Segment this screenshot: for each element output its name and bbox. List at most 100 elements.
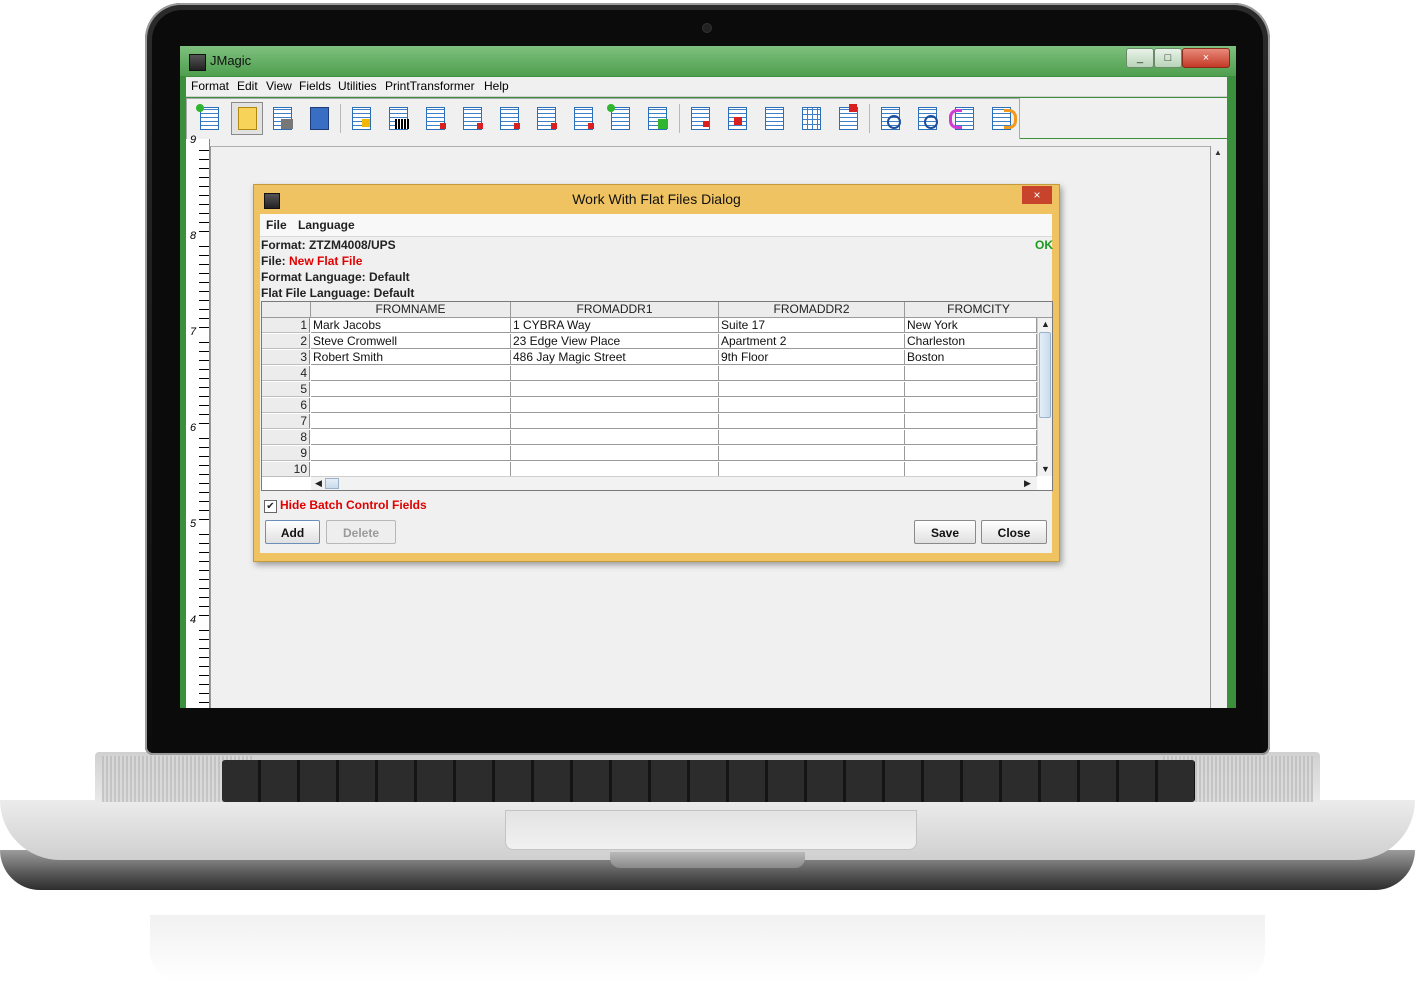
row-number[interactable]: 7 (262, 414, 310, 429)
text-field-icon[interactable] (457, 103, 487, 134)
table-cell[interactable] (905, 366, 1037, 381)
table-cell[interactable]: Boston (905, 350, 1037, 365)
row-number[interactable]: 6 (262, 398, 310, 413)
undo-icon[interactable] (949, 103, 979, 134)
row-number[interactable]: 3 (262, 350, 310, 365)
table-cell[interactable] (511, 382, 719, 397)
table-cell[interactable]: Steve Cromwell (311, 334, 511, 349)
table-row[interactable]: 6 (262, 398, 1038, 414)
column-header[interactable]: FROMCITY (905, 302, 1052, 318)
table-cell[interactable] (719, 462, 905, 477)
row-number[interactable]: 10 (262, 462, 310, 477)
dialog-close-icon[interactable]: × (1022, 186, 1052, 204)
table-cell[interactable]: 486 Jay Magic Street (511, 350, 719, 365)
new-image-icon[interactable] (605, 103, 635, 134)
table-cell[interactable] (905, 414, 1037, 429)
window-close-button[interactable]: × (1182, 48, 1230, 68)
table-cell[interactable] (905, 430, 1037, 445)
table-cell[interactable] (719, 366, 905, 381)
add-button[interactable]: Add (265, 520, 320, 544)
table-row[interactable]: 1 Mark Jacobs 1 CYBRA Way Suite 17 New York (262, 318, 1038, 334)
scroll-up-arrow-icon[interactable]: ▲ (1214, 148, 1222, 157)
copy-icon[interactable] (685, 103, 715, 134)
paste-icon[interactable] (722, 103, 752, 134)
table-row[interactable]: 5 (262, 382, 1038, 398)
row-number[interactable]: 1 (262, 318, 310, 333)
grid-icon[interactable] (796, 103, 826, 134)
table-vertical-scrollbar[interactable]: ▲ ▼ (1037, 318, 1052, 476)
column-header[interactable]: FROMADDR1 (511, 302, 719, 318)
row-number[interactable]: 5 (262, 382, 310, 397)
column-header[interactable]: FROMNAME (311, 302, 511, 318)
table-cell[interactable]: Robert Smith (311, 350, 511, 365)
zoom-in-icon[interactable] (875, 103, 905, 134)
dialog-menu-file[interactable]: File (266, 218, 287, 232)
table-cell[interactable] (311, 414, 511, 429)
scroll-thumb[interactable] (325, 478, 339, 489)
menu-help[interactable]: Help (484, 79, 509, 93)
table-row[interactable]: 8 (262, 430, 1038, 446)
hide-batch-checkbox[interactable]: ✔ (264, 500, 277, 513)
table-row[interactable]: 7 (262, 414, 1038, 430)
scroll-left-arrow-icon[interactable]: ◀ (315, 478, 322, 489)
library-icon[interactable] (304, 103, 334, 134)
table-cell[interactable] (311, 462, 511, 477)
table-cell[interactable]: Mark Jacobs (311, 318, 511, 333)
table-row[interactable]: 4 (262, 366, 1038, 382)
barcode-field-icon[interactable] (383, 103, 413, 134)
line-icon[interactable] (568, 103, 598, 134)
add-field-icon[interactable] (346, 103, 376, 134)
table-cell[interactable]: 1 CYBRA Way (511, 318, 719, 333)
table-cell[interactable] (311, 446, 511, 461)
table-cell[interactable]: New York (905, 318, 1037, 333)
list-icon[interactable] (759, 103, 789, 134)
row-number[interactable]: 4 (262, 366, 310, 381)
row-number[interactable]: 2 (262, 334, 310, 349)
table-cell[interactable]: Suite 17 (719, 318, 905, 333)
table-cell[interactable] (311, 366, 511, 381)
table-cell[interactable]: Charleston (905, 334, 1037, 349)
row-number[interactable]: 8 (262, 430, 310, 445)
table-cell[interactable] (311, 398, 511, 413)
save-button[interactable]: Save (914, 520, 976, 544)
close-button[interactable]: Close (981, 520, 1047, 544)
table-cell[interactable]: 23 Edge View Place (511, 334, 719, 349)
new-format-icon[interactable] (194, 103, 224, 134)
print-preview-icon[interactable] (833, 103, 863, 134)
table-row[interactable]: 9 (262, 446, 1038, 462)
table-cell[interactable] (719, 446, 905, 461)
table-cell[interactable] (905, 446, 1037, 461)
table-cell[interactable] (311, 430, 511, 445)
dialog-menu-language[interactable]: Language (298, 218, 355, 232)
scroll-right-arrow-icon[interactable]: ▶ (1024, 478, 1031, 489)
table-cell[interactable] (311, 382, 511, 397)
table-row[interactable]: 3 Robert Smith 486 Jay Magic Street 9th Flo… (262, 350, 1038, 366)
menu-format[interactable]: Format (191, 79, 229, 93)
table-cell[interactable] (511, 446, 719, 461)
menu-fields[interactable]: Fields (299, 79, 331, 93)
open-format-icon[interactable] (231, 102, 263, 135)
menu-edit[interactable]: Edit (237, 79, 258, 93)
table-cell[interactable] (511, 366, 719, 381)
menu-view[interactable]: View (266, 79, 292, 93)
box-icon[interactable] (531, 103, 561, 134)
column-header[interactable]: FROMADDR2 (719, 302, 905, 318)
table-horizontal-scrollbar[interactable]: ◀ ▶ (311, 476, 1037, 490)
table-cell[interactable] (719, 414, 905, 429)
table-cell[interactable] (719, 398, 905, 413)
table-cell[interactable] (511, 430, 719, 445)
save-format-icon[interactable] (267, 103, 297, 134)
menu-printtransformer[interactable]: PrintTransformer (385, 79, 475, 93)
delete-button[interactable]: Delete (326, 520, 396, 544)
table-cell[interactable]: 9th Floor (719, 350, 905, 365)
table-row[interactable]: 2 Steve Cromwell 23 Edge View Place Apartme… (262, 334, 1038, 350)
select-icon[interactable] (642, 103, 672, 134)
canvas-scrollbar[interactable]: ▲ (1210, 146, 1227, 708)
scroll-thumb[interactable] (1039, 332, 1051, 418)
text-box-icon[interactable] (420, 103, 450, 134)
table-cell[interactable] (719, 430, 905, 445)
table-cell[interactable] (905, 398, 1037, 413)
menu-utilities[interactable]: Utilities (338, 79, 377, 93)
table-cell[interactable] (511, 398, 719, 413)
table-cell[interactable] (511, 462, 719, 477)
